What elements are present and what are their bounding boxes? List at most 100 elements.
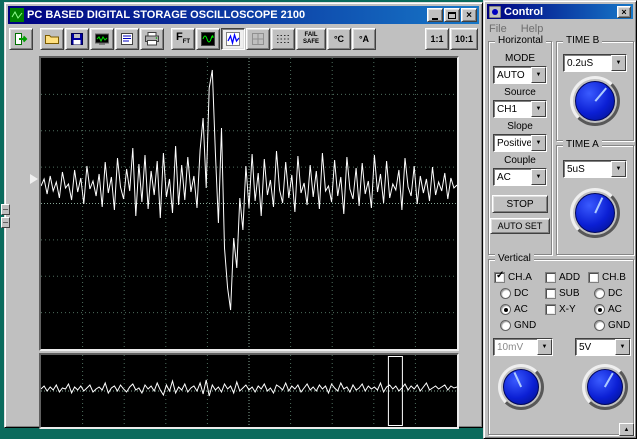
temp-c-button[interactable]: °C bbox=[327, 28, 351, 50]
screen-capture-button[interactable] bbox=[90, 28, 114, 50]
chb-volt-value: 5V bbox=[579, 342, 592, 353]
deg-c-label: °C bbox=[333, 34, 345, 44]
menu-file[interactable]: File bbox=[489, 23, 507, 35]
close-button[interactable]: × bbox=[461, 8, 477, 22]
time-b-select[interactable]: 0.2uS ▼ bbox=[563, 54, 627, 72]
knob-pointer bbox=[594, 196, 604, 214]
open-folder-icon bbox=[45, 35, 59, 44]
control-title: Control bbox=[504, 5, 544, 18]
dotted-grid-button[interactable] bbox=[271, 28, 295, 50]
green-waveform-icon bbox=[201, 32, 215, 46]
radio-circle bbox=[594, 320, 605, 331]
radio-circle bbox=[594, 304, 605, 315]
cha-gnd-radio[interactable]: GND bbox=[500, 320, 536, 331]
time-a-value: 5uS bbox=[567, 164, 585, 175]
control-titlebar[interactable]: Control × bbox=[487, 4, 633, 19]
chevron-down-icon[interactable]: ▼ bbox=[531, 169, 546, 185]
main-titlebar[interactable]: PC BASED DIGITAL STORAGE OSCILLOSCOPE 21… bbox=[8, 6, 479, 24]
cha-ac-radio[interactable]: AC bbox=[500, 304, 528, 315]
xy-label: X-Y bbox=[559, 304, 576, 315]
ratio-1-1-button[interactable]: 1:1 bbox=[425, 28, 449, 50]
checkbox-box bbox=[588, 272, 599, 283]
minimize-button[interactable] bbox=[427, 8, 443, 22]
chb-position-knob[interactable] bbox=[582, 364, 628, 410]
time-a-select[interactable]: 5uS ▼ bbox=[563, 160, 627, 178]
checkbox-box: ✓ bbox=[494, 270, 505, 283]
radio-circle bbox=[500, 320, 511, 331]
mode-select[interactable]: AUTO ▼ bbox=[493, 66, 547, 84]
waveform-display-button[interactable] bbox=[196, 28, 220, 50]
minimize-icon bbox=[432, 17, 438, 20]
horizontal-group: Horizontal MODE AUTO ▼ Source CH1 ▼ Slop… bbox=[488, 35, 552, 255]
ac-label: AC bbox=[514, 304, 528, 315]
couple-select[interactable]: AC ▼ bbox=[493, 168, 547, 186]
grid-icon bbox=[252, 33, 264, 45]
open-file-button[interactable] bbox=[40, 28, 64, 50]
source-value: CH1 bbox=[497, 104, 518, 115]
oscilloscope-window: PC BASED DIGITAL STORAGE OSCILLOSCOPE 21… bbox=[1, 2, 483, 429]
trigger-level-marker[interactable] bbox=[30, 174, 38, 184]
chevron-down-icon[interactable]: ▼ bbox=[611, 161, 626, 177]
ratio-10-1-button[interactable]: 10:1 bbox=[450, 28, 478, 50]
print-button[interactable] bbox=[140, 28, 164, 50]
cha-position-knob[interactable] bbox=[498, 364, 544, 410]
auto-set-button[interactable]: AUTO SET bbox=[490, 218, 550, 234]
xy-checkbox[interactable]: X-Y bbox=[545, 304, 576, 315]
cha-label: CH.A bbox=[508, 272, 532, 283]
gnd-label: GND bbox=[514, 320, 537, 331]
chevron-down-icon[interactable]: ▼ bbox=[611, 55, 626, 71]
chevron-down-icon[interactable]: ▼ bbox=[531, 67, 546, 83]
cha-checkbox[interactable]: ✓ CH.A bbox=[494, 270, 532, 283]
position-slider-a[interactable] bbox=[1, 204, 10, 215]
temp-a-button[interactable]: °A bbox=[352, 28, 376, 50]
menu-help[interactable]: Help bbox=[521, 23, 544, 35]
notebook-button[interactable] bbox=[115, 28, 139, 50]
slope-select[interactable]: Positive ▼ bbox=[493, 134, 547, 152]
time-a-knob[interactable] bbox=[570, 188, 620, 238]
save-button[interactable] bbox=[65, 28, 89, 50]
chevron-down-icon[interactable]: ▼ bbox=[615, 339, 630, 355]
add-checkbox[interactable]: ADD bbox=[545, 272, 580, 283]
sub-label: SUB bbox=[559, 288, 580, 299]
control-window: Control × File Help Horizontal MODE AUTO… bbox=[483, 0, 637, 439]
chb-gnd-radio[interactable]: GND bbox=[594, 320, 630, 331]
fail-safe-button[interactable]: FAIL SAFE bbox=[296, 28, 326, 50]
scope-screen-icon bbox=[95, 33, 109, 45]
mode-label: MODE bbox=[505, 53, 535, 64]
couple-label: Couple bbox=[504, 155, 536, 166]
time-b-group-title: TIME B bbox=[563, 35, 603, 46]
dc-label: DC bbox=[514, 288, 529, 299]
chb-checkbox[interactable]: CH.B bbox=[588, 272, 626, 283]
desktop: PC BASED DIGITAL STORAGE OSCILLOSCOPE 21… bbox=[0, 0, 637, 439]
trace-mode-button[interactable] bbox=[221, 28, 245, 50]
control-close-button[interactable]: × bbox=[617, 5, 631, 18]
scroll-up-button[interactable]: ▲ bbox=[619, 423, 634, 436]
position-slider-b[interactable] bbox=[1, 217, 10, 228]
source-select[interactable]: CH1 ▼ bbox=[493, 100, 547, 118]
couple-value: AC bbox=[497, 172, 511, 183]
cha-volt-value: 10mV bbox=[497, 342, 524, 353]
cha-knob-face bbox=[503, 369, 539, 405]
chevron-down-icon[interactable]: ▼ bbox=[531, 101, 546, 117]
chb-volt-select[interactable]: 5V ▼ bbox=[575, 338, 631, 356]
chevron-down-icon: ▼ bbox=[537, 339, 552, 355]
cha-dc-radio[interactable]: DC bbox=[500, 288, 528, 299]
stop-button[interactable]: STOP bbox=[492, 195, 548, 213]
dotted-lines-icon bbox=[277, 35, 289, 43]
sub-checkbox[interactable]: SUB bbox=[545, 288, 580, 299]
radio-circle bbox=[594, 288, 605, 299]
slope-value: Positive bbox=[497, 138, 531, 149]
zoom-scope-display[interactable] bbox=[39, 353, 459, 429]
chb-ac-radio[interactable]: AC bbox=[594, 304, 622, 315]
exit-button[interactable] bbox=[9, 28, 33, 50]
maximize-button[interactable] bbox=[444, 8, 460, 22]
chb-label: CH.B bbox=[602, 272, 626, 283]
time-b-knob[interactable] bbox=[570, 76, 620, 126]
chb-dc-radio[interactable]: DC bbox=[594, 288, 622, 299]
zoom-waveform[interactable] bbox=[41, 355, 457, 427]
fft-button[interactable]: FFT bbox=[171, 28, 195, 50]
exit-icon bbox=[15, 33, 28, 45]
checkbox-box bbox=[545, 272, 556, 283]
chevron-down-icon[interactable]: ▼ bbox=[531, 135, 546, 151]
vertical-group: Vertical ✓ CH.A ADD CH.B DC SUB DC AC X-… bbox=[488, 253, 634, 435]
